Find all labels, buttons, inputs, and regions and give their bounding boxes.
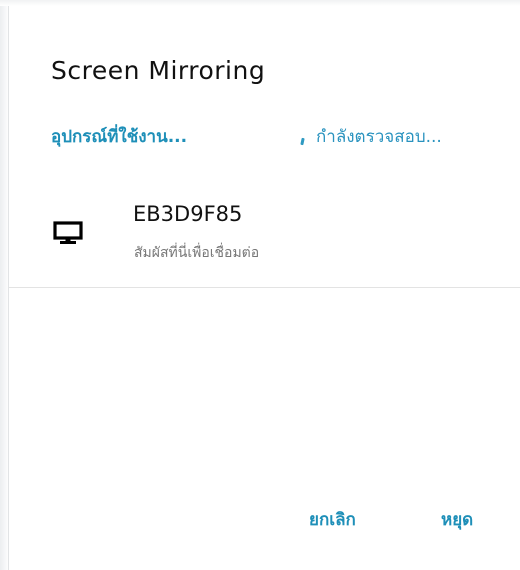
device-connect-hint: สัมผัสที่นี่เพื่อเชื่อมต่อ [134,245,260,261]
available-devices-label: อุปกรณ์ที่ใช้งาน... [51,127,188,147]
dialog-title: Screen Mirroring [51,56,266,85]
scanning-spinner-icon [300,137,305,146]
list-divider [9,287,520,288]
device-name: EB3D9F85 [133,202,243,226]
available-devices-header: อุปกรณ์ที่ใช้งาน... กำลังตรวจสอบ... [51,123,506,151]
background-edge [0,0,9,570]
device-list-item[interactable]: EB3D9F85 สัมผัสที่นี่เพื่อเชื่อมต่อ [9,188,520,288]
stop-button[interactable]: หยุด [435,504,479,536]
cancel-button[interactable]: ยกเลิก [303,504,362,536]
screen-mirroring-dialog: Screen Mirroring อุปกรณ์ที่ใช้งาน... กำล… [9,0,520,570]
monitor-icon [53,221,83,245]
scanning-status: กำลังตรวจสอบ... [316,127,442,147]
screen-mirroring-screen: Screen Mirroring อุปกรณ์ที่ใช้งาน... กำล… [0,0,520,570]
